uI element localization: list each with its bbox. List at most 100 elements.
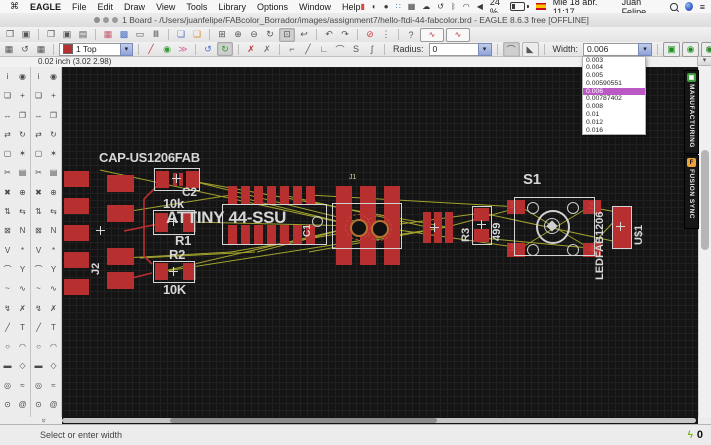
radius-combo-arrow[interactable]: ▾ [478, 43, 492, 56]
polygon-tool[interactable]: ◇ [16, 359, 29, 372]
loop-allow-icon[interactable]: ↻ [217, 42, 233, 56]
polygon-tool[interactable]: ◇ [47, 359, 60, 372]
ripup-tool[interactable]: ✗ [16, 302, 29, 315]
bend-90-icon[interactable]: ∟ [317, 43, 331, 55]
autorouter-button[interactable]: ∿ [420, 28, 444, 42]
route-walkaround-icon[interactable]: ◉ [160, 43, 174, 55]
width-option-0.008[interactable]: 0.008 [583, 103, 645, 111]
wifi-icon[interactable]: ◠ [463, 3, 470, 11]
bend-45-icon[interactable]: ╱ [301, 43, 315, 55]
help-icon[interactable]: ? [404, 29, 418, 41]
vertical-scrollbar-thumb[interactable] [701, 150, 709, 250]
info-tool[interactable]: i [1, 70, 14, 83]
via-tool[interactable]: ◎ [1, 379, 14, 392]
cam-processor-icon[interactable]: ▩ [117, 29, 131, 41]
paste-tool[interactable]: ▤ [47, 166, 60, 179]
width-option-0.01[interactable]: 0.01 [583, 111, 645, 119]
lock-tool[interactable]: ⊠ [1, 224, 14, 237]
zoom-fit-icon[interactable]: ⊞ [215, 29, 229, 41]
cam-export-icon[interactable]: ▦ [101, 29, 115, 41]
smash-tool[interactable]: * [47, 244, 60, 257]
show-tool[interactable]: ◉ [16, 70, 29, 83]
loop-remove-icon[interactable]: ↺ [201, 43, 215, 55]
miter-round-icon[interactable]: ⌒ [503, 42, 520, 57]
manufacturing-tab[interactable]: ▣ MANUFACTURING [684, 70, 699, 154]
mirror-tool[interactable]: ⇄ [32, 128, 45, 141]
spain-flag-icon[interactable] [536, 3, 546, 10]
width-option-0.006[interactable]: 0.006 [583, 88, 645, 96]
mark-tool[interactable]: + [47, 89, 60, 102]
attribute-tool[interactable]: @ [47, 398, 60, 411]
width-option-0.012[interactable]: 0.012 [583, 119, 645, 127]
palette-overflow-chevron[interactable]: » [40, 418, 49, 422]
hole-tool[interactable]: ⊙ [32, 398, 45, 411]
info-tool[interactable]: i [32, 70, 45, 83]
smash-tool[interactable]: * [16, 244, 29, 257]
display-layers-tool[interactable]: ❏ [32, 89, 45, 102]
menu-library[interactable]: Library [218, 2, 246, 12]
menu-edit[interactable]: Edit [98, 2, 114, 12]
via-square-icon[interactable]: ▣ [663, 42, 680, 57]
bend-straight-icon[interactable]: ⌐ [285, 43, 299, 55]
via-tool[interactable]: ◎ [32, 379, 45, 392]
miter-tool[interactable]: ⌒ [1, 263, 14, 276]
undo-icon[interactable]: ↶ [322, 29, 336, 41]
show-tool[interactable]: ◉ [47, 70, 60, 83]
last-command-icon[interactable]: ↺ [18, 43, 32, 55]
route-airwire-icon[interactable]: ╱ [144, 43, 158, 55]
width-option-0.005[interactable]: 0.005 [583, 72, 645, 80]
zoom-last-icon[interactable]: ↩ [297, 29, 311, 41]
delete-tool[interactable]: ✖ [32, 186, 45, 199]
timemachine-icon[interactable]: ↺ [437, 3, 444, 11]
text-tool[interactable]: T [16, 321, 29, 334]
cloud-icon[interactable]: ☁ [422, 3, 430, 11]
app-red-icon[interactable]: ▮ [361, 3, 365, 11]
wire-tool[interactable]: ╱ [1, 321, 14, 334]
drc-quick-button[interactable]: ∿ [446, 28, 470, 42]
board-icon[interactable]: ▭ [133, 29, 147, 41]
menu-file[interactable]: File [72, 2, 87, 12]
grid-alt-icon[interactable]: ▦ [34, 43, 48, 55]
name-tool[interactable]: N [16, 224, 29, 237]
ripup-icon[interactable]: ✗ [244, 43, 258, 55]
menu-options[interactable]: Options [257, 2, 288, 12]
move-tool[interactable]: ↔ [32, 109, 45, 122]
zoom-in-icon[interactable]: ⊕ [231, 29, 245, 41]
lock-tool[interactable]: ⊠ [32, 224, 45, 237]
drc-bolt-icon[interactable]: ϟ [688, 430, 693, 441]
layer-combo[interactable]: 1 Top ▾ [59, 44, 133, 55]
replace-tool[interactable]: ⇆ [47, 205, 60, 218]
wire-tool[interactable]: ╱ [32, 321, 45, 334]
toolbar-overflow-chevron[interactable]: » [706, 43, 711, 53]
app-dark-icon[interactable]: ◐ [372, 3, 377, 11]
route-tool[interactable]: ↯ [1, 302, 14, 315]
bluetooth-icon[interactable]: ᛒ [451, 3, 456, 11]
zoom-select-icon[interactable]: ⊡ [279, 28, 295, 42]
siri-icon[interactable] [685, 2, 693, 11]
add-part-tool[interactable]: ⊕ [47, 186, 60, 199]
close-window-button[interactable] [94, 17, 100, 23]
library-window-icon[interactable]: ❏ [190, 29, 204, 41]
bend-free-icon[interactable]: ʃ [365, 43, 379, 55]
add-part-tool[interactable]: ⊕ [16, 186, 29, 199]
width-dropdown-list[interactable]: 0.0030.0040.0050.005905510.0060.00787402… [582, 56, 646, 136]
change-tool[interactable]: ✶ [16, 147, 29, 160]
schematic-window-icon[interactable]: ❏ [174, 29, 188, 41]
move-tool[interactable]: ↔ [1, 109, 14, 122]
circle-tool[interactable]: ○ [1, 340, 14, 353]
menu-draw[interactable]: Draw [124, 2, 145, 12]
split-tool[interactable]: Y [47, 263, 60, 276]
meander-tool[interactable]: ∿ [47, 282, 60, 295]
pinswap-tool[interactable]: ⇅ [32, 205, 45, 218]
horizontal-scrollbar-thumb[interactable] [170, 418, 437, 423]
cut-tool[interactable]: ✂ [32, 166, 45, 179]
route-tool[interactable]: ↯ [32, 302, 45, 315]
group-tool[interactable]: ▢ [32, 147, 45, 160]
width-option-0.004[interactable]: 0.004 [583, 64, 645, 72]
meander-tool[interactable]: ∿ [16, 282, 29, 295]
menu-view[interactable]: View [156, 2, 175, 12]
bend-s-icon[interactable]: S [349, 43, 363, 55]
copy-tool[interactable]: ❐ [47, 109, 60, 122]
mirror-tool[interactable]: ⇄ [1, 128, 14, 141]
zoom-out-icon[interactable]: ⊖ [247, 29, 261, 41]
